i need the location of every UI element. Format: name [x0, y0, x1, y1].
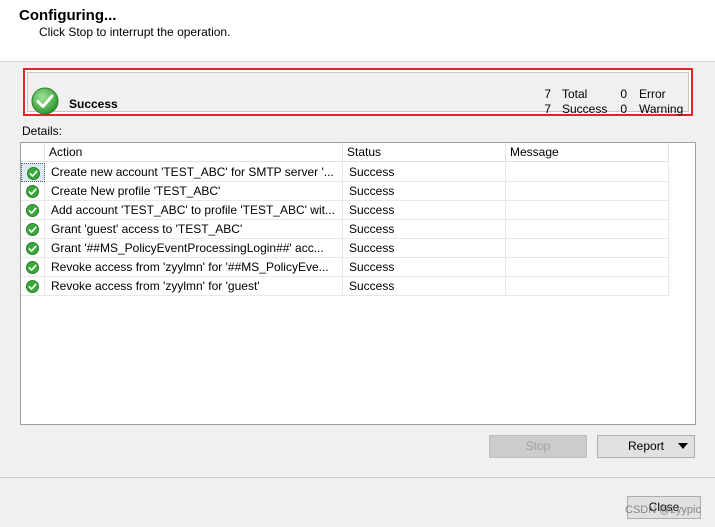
- column-header-status[interactable]: Status: [343, 143, 506, 162]
- row-icon-cell: [21, 201, 45, 220]
- check-circle-icon: [26, 223, 39, 236]
- stop-button[interactable]: Stop: [489, 435, 587, 458]
- row-status: Success: [343, 258, 506, 277]
- row-status: Success: [343, 201, 506, 220]
- table-row[interactable]: Revoke access from 'zyylmn' for 'guest' …: [21, 277, 669, 296]
- row-message: [506, 239, 669, 258]
- summary-labels-left: Total Success: [562, 87, 607, 117]
- dialog-header: Configuring... Click Stop to interrupt t…: [0, 0, 715, 62]
- watermark: CSDN @zyypic: [625, 504, 701, 516]
- table-row[interactable]: Add account 'TEST_ABC' to profile 'TEST_…: [21, 201, 669, 220]
- page-title: Configuring...: [19, 7, 117, 24]
- dropdown-arrow-icon: [678, 443, 688, 449]
- summary-labels-right: Error Warning: [639, 87, 683, 117]
- row-icon-cell: [21, 163, 45, 182]
- check-circle-icon: [26, 280, 39, 293]
- row-action: Create new account 'TEST_ABC' for SMTP s…: [45, 163, 343, 182]
- summary-panel: Success 7 7 Total Success 0 0 Error Warn…: [23, 68, 693, 116]
- column-header-message[interactable]: Message: [506, 143, 669, 162]
- row-message: [506, 201, 669, 220]
- row-action: Grant '##MS_PolicyEventProcessingLogin##…: [45, 239, 343, 258]
- row-message: [506, 163, 669, 182]
- error-label: Error: [639, 87, 666, 101]
- row-message: [506, 277, 669, 296]
- details-grid[interactable]: Action Status Message Create new account…: [20, 142, 696, 425]
- check-circle-icon: [26, 204, 39, 217]
- check-circle-icon: [26, 261, 39, 274]
- table-row[interactable]: Grant 'guest' access to 'TEST_ABC' Succe…: [21, 220, 669, 239]
- summary-counts-left: 7 7: [541, 87, 551, 117]
- row-message: [506, 258, 669, 277]
- row-action: Add account 'TEST_ABC' to profile 'TEST_…: [45, 201, 343, 220]
- row-status: Success: [343, 220, 506, 239]
- row-icon-cell: [21, 220, 45, 239]
- summary-status-label: Success: [69, 97, 118, 111]
- check-circle-icon: [27, 167, 40, 180]
- warning-label: Warning: [639, 102, 684, 116]
- warning-count: 0: [620, 102, 627, 116]
- row-message: [506, 182, 669, 201]
- row-icon-cell: [21, 258, 45, 277]
- report-button[interactable]: Report: [597, 435, 695, 458]
- row-action: Revoke access from 'zyylmn' for '##MS_Po…: [45, 258, 343, 277]
- total-count: 7: [544, 87, 551, 101]
- row-status: Success: [343, 182, 506, 201]
- row-icon-cell: [21, 239, 45, 258]
- row-message: [506, 220, 669, 239]
- table-row[interactable]: Create new account 'TEST_ABC' for SMTP s…: [21, 163, 669, 182]
- details-label: Details:: [22, 124, 63, 138]
- row-action: Grant 'guest' access to 'TEST_ABC': [45, 220, 343, 239]
- row-status: Success: [343, 239, 506, 258]
- row-status: Success: [343, 163, 506, 182]
- report-button-label: Report: [628, 439, 665, 453]
- row-icon-cell: [21, 277, 45, 296]
- table-row[interactable]: Create New profile 'TEST_ABC' Success: [21, 182, 669, 201]
- check-circle-icon: [31, 87, 59, 115]
- column-header-action[interactable]: Action: [45, 143, 343, 162]
- row-status: Success: [343, 277, 506, 296]
- total-label: Total: [562, 87, 588, 101]
- error-count: 0: [620, 87, 627, 101]
- table-row[interactable]: Revoke access from 'zyylmn' for '##MS_Po…: [21, 258, 669, 277]
- success-label: Success: [562, 102, 608, 116]
- summary-inner: Success 7 7 Total Success 0 0 Error Warn…: [27, 72, 689, 116]
- success-count: 7: [544, 102, 551, 116]
- row-action: Revoke access from 'zyylmn' for 'guest': [45, 277, 343, 296]
- check-circle-icon: [26, 185, 39, 198]
- row-icon-cell: [21, 182, 45, 201]
- row-action: Create New profile 'TEST_ABC': [45, 182, 343, 201]
- check-circle-icon: [26, 242, 39, 255]
- grid-header: Action Status Message: [21, 143, 669, 162]
- summary-counts-right: 0 0: [617, 87, 627, 117]
- column-header-icon[interactable]: [21, 143, 45, 162]
- table-row[interactable]: Grant '##MS_PolicyEventProcessingLogin##…: [21, 239, 669, 258]
- footer-divider: [0, 477, 715, 478]
- page-subtitle: Click Stop to interrupt the operation.: [39, 25, 231, 39]
